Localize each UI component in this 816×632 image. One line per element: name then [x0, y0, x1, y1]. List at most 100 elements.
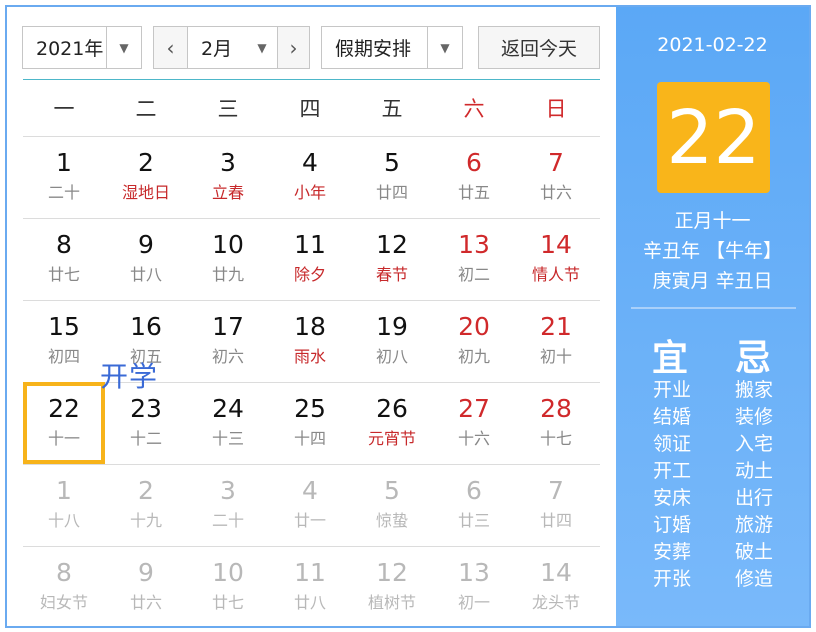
- day-cell[interactable]: 21 初十: [515, 300, 597, 382]
- day-number: 13: [458, 558, 490, 587]
- day-number: 25: [294, 394, 326, 423]
- ji-item: 动土: [735, 460, 774, 482]
- day-cell[interactable]: 14 龙头节: [515, 546, 597, 628]
- month-select[interactable]: 2月 ▼: [187, 26, 278, 69]
- lunar-label: 初六: [211, 347, 244, 366]
- day-number: 11: [294, 558, 326, 587]
- chevron-left-icon: ‹: [166, 35, 175, 60]
- day-number: 16: [130, 312, 162, 341]
- day-cell[interactable]: 18 雨水: [269, 300, 351, 382]
- day-cell[interactable]: 5 廿四: [351, 136, 433, 218]
- day-cell[interactable]: 10 廿七: [187, 546, 269, 628]
- day-cell[interactable]: 4 小年: [269, 136, 351, 218]
- day-cell[interactable]: 25 十四: [269, 382, 351, 464]
- ji-item: 旅游: [735, 514, 774, 536]
- day-cell[interactable]: 6 廿三: [433, 464, 515, 546]
- day-cell[interactable]: 12 春节: [351, 218, 433, 300]
- day-cell[interactable]: 15 初四: [23, 300, 105, 382]
- day-cell[interactable]: 13 初一: [433, 546, 515, 628]
- day-cell[interactable]: 20 初九: [433, 300, 515, 382]
- day-cell[interactable]: 2 湿地日: [105, 136, 187, 218]
- year-select[interactable]: 2021年 ▼: [22, 26, 142, 69]
- day-cell[interactable]: 28 十七: [515, 382, 597, 464]
- day-cell[interactable]: 19 初八: [351, 300, 433, 382]
- lunar-label: 情人节: [531, 265, 580, 284]
- ganzhi-date: 庚寅月 辛丑日: [652, 270, 773, 292]
- day-cell[interactable]: 2 十九: [105, 464, 187, 546]
- day-cell[interactable]: 1 十八: [23, 464, 105, 546]
- day-cell[interactable]: 17 初六: [187, 300, 269, 382]
- day-number: 12: [376, 230, 408, 259]
- day-detail-panel: 2021-02-22 22 正月十一 辛丑年 【牛年】 庚寅月 辛丑日 宜 忌 …: [616, 7, 809, 626]
- back-to-today-button[interactable]: 返回今天: [478, 26, 600, 69]
- lunar-year: 辛丑年 【牛年】: [642, 240, 783, 262]
- prev-month-button[interactable]: ‹: [153, 26, 188, 69]
- next-month-button[interactable]: ›: [277, 26, 310, 69]
- lunar-label: 小年: [293, 183, 326, 202]
- day-cell[interactable]: 9 廿六: [105, 546, 187, 628]
- yi-item: 安床: [653, 487, 692, 509]
- day-number: 7: [548, 476, 564, 505]
- weekday-header: 六: [463, 97, 485, 121]
- holiday-select[interactable]: 假期安排 ▼: [321, 26, 463, 69]
- day-cell[interactable]: 13 初二: [433, 218, 515, 300]
- day-number: 23: [130, 394, 162, 423]
- lunar-label: 湿地日: [121, 183, 170, 202]
- holiday-select-value: 假期安排: [335, 38, 412, 60]
- yi-item: 开工: [653, 460, 692, 482]
- weekday-header: 一: [53, 97, 75, 121]
- day-number: 3: [220, 476, 236, 505]
- ji-list: 搬家 装修 入宅 动土 出行 旅游 破土 修造: [735, 377, 773, 593]
- day-cell[interactable]: 12 植树节: [351, 546, 433, 628]
- day-cell[interactable]: 11 廿八: [269, 546, 351, 628]
- lunar-label: 初八: [375, 347, 408, 366]
- lunar-label: 廿五: [457, 183, 490, 202]
- day-cell[interactable]: 1 二十: [23, 136, 105, 218]
- ji-heading: 忌: [735, 338, 772, 379]
- day-cell[interactable]: 5 惊蛰: [351, 464, 433, 546]
- day-cell[interactable]: 7 廿六: [515, 136, 597, 218]
- overlay-label: 开学: [100, 360, 159, 393]
- day-cell[interactable]: 3 二十: [187, 464, 269, 546]
- lunar-label: 廿六: [539, 183, 572, 202]
- day-cell[interactable]: 8 廿七: [23, 218, 105, 300]
- day-cell[interactable]: 10 廿九: [187, 218, 269, 300]
- day-number: 3: [220, 148, 236, 177]
- lunar-label: 元宵节: [367, 429, 416, 448]
- chevron-down-icon[interactable]: ▼: [247, 27, 277, 68]
- day-cell[interactable]: 24 十三: [187, 382, 269, 464]
- day-cell[interactable]: 27 十六: [433, 382, 515, 464]
- lunar-label: 廿一: [293, 511, 326, 530]
- day-cell[interactable]: 26 元宵节: [351, 382, 433, 464]
- day-cell[interactable]: 8 妇女节: [23, 546, 105, 628]
- day-number: 14: [540, 230, 572, 259]
- ji-item: 出行: [735, 487, 774, 509]
- day-cell-selected[interactable]: 22 十一: [23, 382, 105, 464]
- lunar-label: 十七: [539, 429, 572, 448]
- lunar-label: 初二: [457, 265, 490, 284]
- day-cell[interactable]: 7 廿四: [515, 464, 597, 546]
- day-number: 9: [138, 558, 154, 587]
- lunar-label: 雨水: [293, 347, 326, 366]
- lunar-label: 春节: [375, 265, 408, 284]
- lunar-label: 十一: [47, 429, 80, 448]
- yi-item: 开业: [653, 379, 692, 401]
- day-number: 6: [466, 148, 482, 177]
- day-cell[interactable]: 14 情人节: [515, 218, 597, 300]
- day-number: 10: [212, 558, 244, 587]
- ji-item: 破土: [735, 541, 774, 563]
- lunar-label: 惊蛰: [375, 511, 408, 530]
- day-cell[interactable]: 9 廿八: [105, 218, 187, 300]
- weekday-header: 二: [135, 97, 157, 121]
- chevron-down-icon[interactable]: ▼: [427, 27, 462, 68]
- lunar-label: 廿四: [375, 183, 408, 202]
- lunar-label: 十二: [129, 429, 162, 448]
- chevron-down-icon[interactable]: ▼: [106, 27, 141, 68]
- day-cell[interactable]: 4 廿一: [269, 464, 351, 546]
- day-cell[interactable]: 11 除夕: [269, 218, 351, 300]
- day-number: 15: [48, 312, 80, 341]
- day-cell[interactable]: 6 廿五: [433, 136, 515, 218]
- day-number: 24: [212, 394, 244, 423]
- day-cell[interactable]: 3 立春: [187, 136, 269, 218]
- day-number: 22: [48, 394, 80, 423]
